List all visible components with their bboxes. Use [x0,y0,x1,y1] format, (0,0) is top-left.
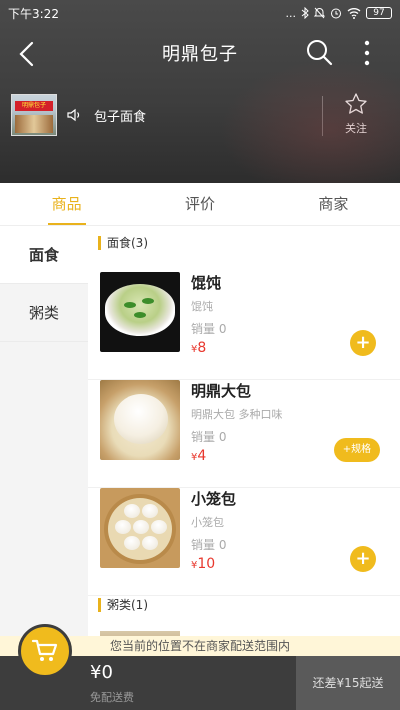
product-name: 明鼎大包 [191,382,252,400]
product-sales: 销量 0 [191,322,227,336]
store-info: 明鼎包子 包子面食 关注 [0,92,400,142]
bun-shape [114,394,168,444]
product-price: ¥8 [191,340,206,356]
product-price: ¥10 [191,556,215,572]
checkout-button[interactable]: 还差¥15起送 [296,656,400,710]
star-icon [345,93,367,114]
product-sales: 销量 0 [191,538,227,552]
delivery-fee: 免配送费 [90,691,134,704]
store-notice: 包子面食 [94,110,147,125]
tab-reviews[interactable]: 评价 [133,183,266,225]
alarm-icon [331,8,341,19]
store-sign: 明鼎包子 [15,101,53,111]
dumpling-shape [142,504,158,518]
battery-icon: 97 [366,7,392,19]
tab-products[interactable]: 商品 [0,183,133,225]
page-title: 明鼎包子 [162,44,238,65]
product-image [100,488,180,568]
dumpling-shape [142,536,158,550]
cart-icon [31,639,58,661]
product-item[interactable]: 小笼包 小笼包 销量 0 ¥10 + [88,488,400,596]
garnish [124,302,136,308]
product-image [100,380,180,460]
store-front [15,115,53,133]
product-price: ¥4 [191,448,206,464]
garnish [134,312,146,318]
product-desc: 馄饨 [191,300,213,313]
product-list: 面食(3) 馄饨 馄饨 销量 0 ¥8 + 明鼎大包 明鼎大包 多种口味 销量 … [88,226,400,656]
bowl-shape [105,284,175,336]
status-time: 下午3:22 [8,6,59,21]
mute-icon [314,7,325,19]
product-item[interactable]: 馄饨 馄饨 销量 0 ¥8 + [88,272,400,380]
product-image [100,272,180,352]
add-to-cart-button[interactable]: + [350,546,376,572]
product-name: 小笼包 [191,490,237,508]
category-sidebar: 面食 粥类 [0,226,88,656]
tab-merchant[interactable]: 商家 [267,183,400,225]
cart-button[interactable] [18,624,72,678]
store-photo[interactable]: 明鼎包子 [11,94,57,136]
cart-total: ¥0 [90,662,113,683]
garnish [142,298,154,304]
status-bar: 下午3:22 ... 97 [0,0,400,26]
dumpling-shape [115,520,131,534]
bluetooth-icon [301,7,309,19]
category-noodles[interactable]: 面食 [0,226,88,284]
more-icon[interactable] [360,38,374,68]
section-header: 粥类(1) [98,598,148,612]
product-item[interactable]: 明鼎大包 明鼎大包 多种口味 销量 0 ¥4 +规格 [88,380,400,488]
product-desc: 明鼎大包 多种口味 [191,408,283,421]
product-name: 馄饨 [191,274,222,292]
signal-dots: ... [285,6,297,20]
dumpling-shape [124,536,140,550]
navbar: 明鼎包子 [0,28,400,78]
product-sales: 销量 0 [191,430,227,444]
follow-button[interactable]: 关注 [338,92,374,136]
dumpling-shape [133,520,149,534]
store-header: 下午3:22 ... 97 明鼎包子 明鼎包子 包子面食 关注 [0,0,400,183]
divider [322,96,323,136]
category-congee[interactable]: 粥类 [0,284,88,342]
status-icons: ... 97 [285,6,392,20]
product-desc: 小笼包 [191,516,224,529]
choose-spec-button[interactable]: +规格 [334,438,380,462]
dumpling-shape [151,520,167,534]
follow-label: 关注 [345,122,367,135]
wifi-icon [347,8,361,19]
search-icon[interactable] [305,38,333,66]
price-value: 10 [197,556,216,572]
speaker-icon [67,108,80,122]
add-to-cart-button[interactable]: + [350,330,376,356]
price-value: 8 [197,340,207,356]
dumpling-shape [124,504,140,518]
section-header: 面食(3) [98,236,148,250]
price-value: 4 [197,448,207,464]
tab-bar: 商品 评价 商家 [0,183,400,226]
